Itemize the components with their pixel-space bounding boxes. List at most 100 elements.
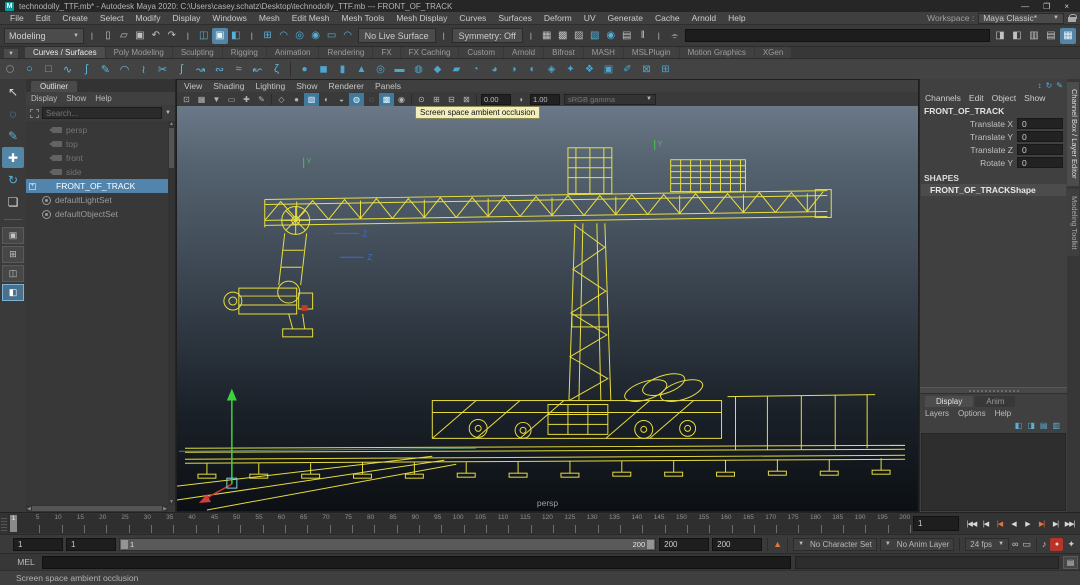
wireframe-icon[interactable]: ◇ (274, 93, 289, 106)
channel-box-menu-item[interactable]: Channels (925, 93, 961, 103)
shelf-tab[interactable]: Motion Graphics (680, 47, 754, 58)
channel-pin-icon[interactable]: ✎ (1056, 81, 1063, 90)
range-end-handle[interactable] (647, 540, 654, 549)
outliner-item[interactable]: + front (26, 151, 175, 165)
shelf-tab[interactable]: Custom (459, 47, 503, 58)
resolution-gate-icon[interactable]: ⊞ (429, 93, 444, 106)
toggle-modeling-toolkit-icon[interactable]: ▤ (1043, 28, 1059, 44)
redo-icon[interactable]: ↷ (164, 28, 180, 44)
timeline-ruler[interactable]: 1 51015202530354045505560657075808590951… (8, 514, 911, 533)
lock-camera-icon[interactable]: ⊡ (179, 93, 194, 106)
ultra-shape-icon[interactable]: ▣ (599, 60, 618, 78)
texture-baking-icon[interactable]: ◉ (603, 28, 619, 44)
snap-to-projected-center-icon[interactable]: ◉ (308, 28, 324, 44)
new-scene-icon[interactable]: ▯ (100, 28, 116, 44)
super-ellipse-icon[interactable]: ✦ (561, 60, 580, 78)
animation-preferences-icon[interactable]: ✦ (1067, 538, 1075, 551)
menu-item[interactable]: Mesh Display (390, 13, 453, 23)
viewport-menu-item[interactable]: Shading (213, 81, 244, 91)
sculpt-tool-icon[interactable]: ✐ (618, 60, 637, 78)
isolate-select-icon[interactable]: ⊙ (414, 93, 429, 106)
open-render-view-icon[interactable]: ▦ (539, 28, 555, 44)
toggle-tool-settings-icon[interactable]: ◧ (1009, 28, 1025, 44)
channel-value-field[interactable]: 0 (1017, 144, 1063, 155)
move-tool-icon[interactable]: ✚ (2, 147, 24, 168)
combine-icon[interactable]: ⊞ (656, 60, 675, 78)
bookmark-icon[interactable]: ▼ (209, 93, 224, 106)
platonic-solid-icon[interactable]: ◈ (542, 60, 561, 78)
step-back-key-button[interactable]: |◀ (993, 517, 1006, 531)
play-forward-button[interactable]: ▶ (1021, 517, 1034, 531)
playback-start-field[interactable]: 1 (66, 538, 116, 551)
toggle-channel-box-icon[interactable]: ▥ (1026, 28, 1042, 44)
layer-editor-menu-item[interactable]: Layers (925, 409, 949, 418)
gamma-field[interactable]: 1.00 (530, 94, 560, 105)
outliner-item[interactable]: + defaultObjectSet (26, 207, 175, 221)
pause-viewport-icon[interactable]: ‖ (635, 28, 651, 44)
group-separator[interactable]: ❙ (86, 32, 98, 40)
expand-icon[interactable]: + (29, 183, 36, 190)
menu-item[interactable]: Edit (30, 13, 57, 23)
layout-single-pane-button[interactable]: ▣ (2, 227, 24, 244)
fps-select[interactable]: 24 fps ▼ (965, 538, 1009, 551)
shelf-tab[interactable]: Poly Modeling (106, 47, 172, 58)
shelf-tab[interactable]: FX (373, 47, 399, 58)
command-input[interactable] (42, 556, 791, 569)
menu-item[interactable]: File (4, 13, 30, 23)
menu-item[interactable]: Display (167, 13, 207, 23)
range-slider-bar[interactable]: 1 200 (119, 538, 656, 551)
motion-blur-icon[interactable]: ◌ (364, 93, 379, 106)
script-editor-button[interactable]: ▤ (1063, 556, 1078, 569)
group-separator[interactable]: ❙ (653, 32, 665, 40)
rotate-tool-icon[interactable]: ↻ (2, 169, 24, 190)
shelf-tab[interactable]: Arnold (504, 47, 543, 58)
channel-label[interactable]: Translate Z (970, 145, 1013, 155)
layer-editor-tab[interactable]: Display (925, 396, 973, 407)
grease-pencil-icon[interactable]: ✎ (254, 93, 269, 106)
group-separator[interactable]: ❙ (438, 32, 450, 40)
nurbs-circle-icon[interactable]: ○ (20, 60, 39, 78)
drag-handle[interactable] (1, 516, 7, 531)
menu-item[interactable]: Create (56, 13, 94, 23)
shelf-tab[interactable]: Sculpting (173, 47, 222, 58)
shelf-tab[interactable]: MASH (584, 47, 623, 58)
menu-set-select[interactable]: Modeling▼ (4, 28, 84, 44)
select-tool-icon[interactable]: ↖ (2, 81, 24, 102)
symmetry-select[interactable]: Symmetry: Off (452, 28, 523, 43)
select-component-icon[interactable]: ◧ (228, 28, 244, 44)
shape-node-name[interactable]: FRONT_OF_TRACKShape (921, 184, 1066, 196)
layer-editor-tab[interactable]: Anim (975, 396, 1015, 407)
render-current-frame-icon[interactable]: ▩ (555, 28, 571, 44)
gamma-icon[interactable]: ◑ (513, 93, 528, 106)
poly-plane-icon[interactable]: ▬ (390, 60, 409, 78)
outliner-item[interactable]: + top (26, 137, 175, 151)
snap-to-points-icon[interactable]: ◎ (292, 28, 308, 44)
filter-icon[interactable] (30, 109, 39, 118)
new-empty-layer-icon[interactable]: ▤ (1040, 421, 1048, 430)
outliner-menu-item[interactable]: Help (95, 94, 111, 103)
outliner-menu-item[interactable]: Show (66, 94, 86, 103)
poly-soccer-ball-icon[interactable]: ◐ (523, 60, 542, 78)
menu-item[interactable]: Arnold (686, 13, 723, 23)
current-frame-field[interactable]: 1 (913, 516, 959, 531)
anti-aliasing-icon[interactable]: ▩ (379, 93, 394, 106)
scale-tool-icon[interactable]: ❏ (2, 191, 24, 212)
viewport-menu-item[interactable]: Panels (375, 81, 401, 91)
menu-item[interactable]: Deform (538, 13, 578, 23)
sidebar-vertical-tab[interactable]: Channel Box / Layer Editor (1067, 82, 1079, 186)
layer-editor-menu-item[interactable]: Help (995, 409, 1011, 418)
image-plane-icon[interactable]: ▭ (224, 93, 239, 106)
shelf-tab[interactable]: Animation (267, 47, 319, 58)
pencil-curve-tool-icon[interactable]: ✎ (96, 60, 115, 78)
playback-end-field[interactable]: 200 (659, 538, 709, 551)
ep-curve-tool-icon[interactable]: ʃ (77, 60, 96, 78)
command-language-label[interactable]: MEL (14, 557, 38, 567)
shelf-tab[interactable]: Curves / Surfaces (25, 47, 105, 58)
outliner-menu-item[interactable]: Display (31, 94, 57, 103)
minimize-button[interactable]: — (1021, 2, 1029, 11)
outliner-tab[interactable]: Outliner (31, 81, 77, 92)
layer-editor-menu-item[interactable]: Options (958, 409, 986, 418)
menu-item[interactable]: Modify (130, 13, 167, 23)
outliner-item[interactable]: + FRONT_OF_TRACK (26, 179, 175, 193)
viewport-menu-item[interactable]: Lighting (255, 81, 285, 91)
